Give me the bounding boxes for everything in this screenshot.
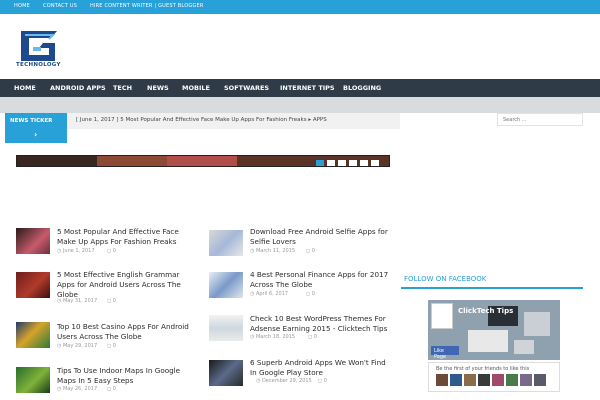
main-nav: HOME ANDROID APPS TECH NEWS MOBILE SOFTW… [0, 79, 600, 97]
friend-avatar[interactable] [450, 374, 462, 386]
post-date: ◷ December 29, 2015 [256, 378, 312, 384]
slide-image-3 [167, 156, 237, 166]
slider-dot[interactable] [316, 160, 324, 166]
facebook-like-button[interactable]: Like Page [431, 346, 459, 360]
facebook-page-name[interactable]: ClickTech Tips [458, 307, 513, 315]
post-comments[interactable]: ◻ 0 [308, 334, 317, 340]
slider-dot[interactable] [349, 160, 357, 166]
slider-dot[interactable] [338, 160, 346, 166]
post-thumbnail[interactable] [16, 322, 50, 348]
post-comments[interactable]: ◻ 0 [318, 378, 327, 384]
slide-image-2 [97, 156, 167, 166]
slider-dot[interactable] [371, 160, 379, 166]
facebook-page-logo [431, 303, 453, 329]
post-comments[interactable]: ◻ 0 [107, 298, 116, 304]
slider-dot[interactable] [360, 160, 368, 166]
nav-tech[interactable]: TECH [113, 84, 132, 92]
follow-facebook-title: FOLLOW ON FACEBOOK [404, 275, 487, 283]
post-title[interactable]: 4 Best Personal Finance Apps for 2017 Ac… [250, 270, 390, 290]
nav-mobile[interactable]: MOBILE [182, 84, 210, 92]
post-title[interactable]: Top 10 Best Casino Apps For Android User… [57, 322, 197, 342]
post-comments[interactable]: ◻ 0 [107, 386, 116, 392]
post-date: ◷ May 31, 2017 [57, 298, 98, 304]
post-title[interactable]: 6 Superb Android Apps We Won't Find In G… [250, 358, 390, 378]
post-comments[interactable]: ◻ 0 [107, 248, 116, 254]
logo-text: TECHNOLOGY [16, 62, 61, 68]
follow-divider [401, 287, 583, 289]
ticker-next-arrow-icon[interactable]: › [34, 130, 37, 139]
post-comments[interactable]: ◻ 0 [107, 343, 116, 349]
nav-internet-tips[interactable]: INTERNET TIPS [280, 84, 335, 92]
post-title[interactable]: 5 Most Popular And Effective Face Make U… [57, 227, 197, 247]
sub-nav-bar [0, 97, 600, 113]
search-input[interactable] [497, 113, 583, 126]
top-link-hire[interactable]: HIRE CONTENT WRITER | GUEST BLOGGER [90, 3, 204, 9]
post-date: ◷ April 6, 2017 [250, 291, 289, 297]
post-date: ◷ May 29, 2017 [57, 343, 98, 349]
post-thumbnail[interactable] [16, 367, 50, 393]
friend-avatar[interactable] [492, 374, 504, 386]
post-title[interactable]: 5 Most Effective English Grammar Apps fo… [57, 270, 197, 300]
post-title[interactable]: Tips To Use Indoor Maps In Google Maps I… [57, 366, 197, 386]
post-date: ◷ March 18, 2015 [250, 334, 296, 340]
post-title[interactable]: Download Free Android Selfie Apps for Se… [250, 227, 390, 247]
top-link-contact[interactable]: CONTACT US [43, 3, 77, 9]
top-link-home[interactable]: HOME [14, 3, 30, 9]
nav-softwares[interactable]: SOFTWARES [224, 84, 269, 92]
post-thumbnail[interactable] [209, 230, 243, 256]
friend-avatar[interactable] [506, 374, 518, 386]
post-comments[interactable]: ◻ 0 [306, 248, 315, 254]
slider-dot[interactable] [327, 160, 335, 166]
post-thumbnail[interactable] [209, 272, 243, 298]
top-bar: HOME CONTACT US HIRE CONTENT WRITER | GU… [0, 0, 600, 14]
post-date: ◷ May 26, 2017 [57, 386, 98, 392]
friend-avatar[interactable] [464, 374, 476, 386]
nav-home[interactable]: HOME [14, 84, 36, 92]
nav-android-apps[interactable]: ANDROID APPS [50, 84, 106, 92]
post-thumbnail[interactable] [209, 360, 243, 386]
friend-avatar[interactable] [534, 374, 546, 386]
friend-avatar[interactable] [436, 374, 448, 386]
friend-avatar[interactable] [478, 374, 490, 386]
friend-avatar[interactable] [520, 374, 532, 386]
post-thumbnail[interactable] [209, 315, 243, 341]
facebook-friends-text: Be the first of your friends to like thi… [436, 366, 530, 372]
post-thumbnail[interactable] [16, 228, 50, 254]
post-date: ◷ June 1, 2017 [57, 248, 95, 254]
slider-dots [316, 160, 379, 166]
news-ticker-title: NEWS TICKER [10, 118, 53, 124]
post-thumbnail[interactable] [16, 272, 50, 298]
post-date: ◷ March 11, 2015 [250, 248, 296, 254]
nav-news[interactable]: NEWS [147, 84, 169, 92]
post-comments[interactable]: ◻ 0 [306, 291, 315, 297]
post-title[interactable]: Check 10 Best WordPress Themes For Adsen… [250, 314, 390, 334]
slide-image-1 [17, 156, 97, 166]
ticker-text[interactable]: [ June 1, 2017 ] 5 Most Popular And Effe… [76, 117, 327, 123]
nav-blogging[interactable]: BLOGGING [343, 84, 381, 92]
